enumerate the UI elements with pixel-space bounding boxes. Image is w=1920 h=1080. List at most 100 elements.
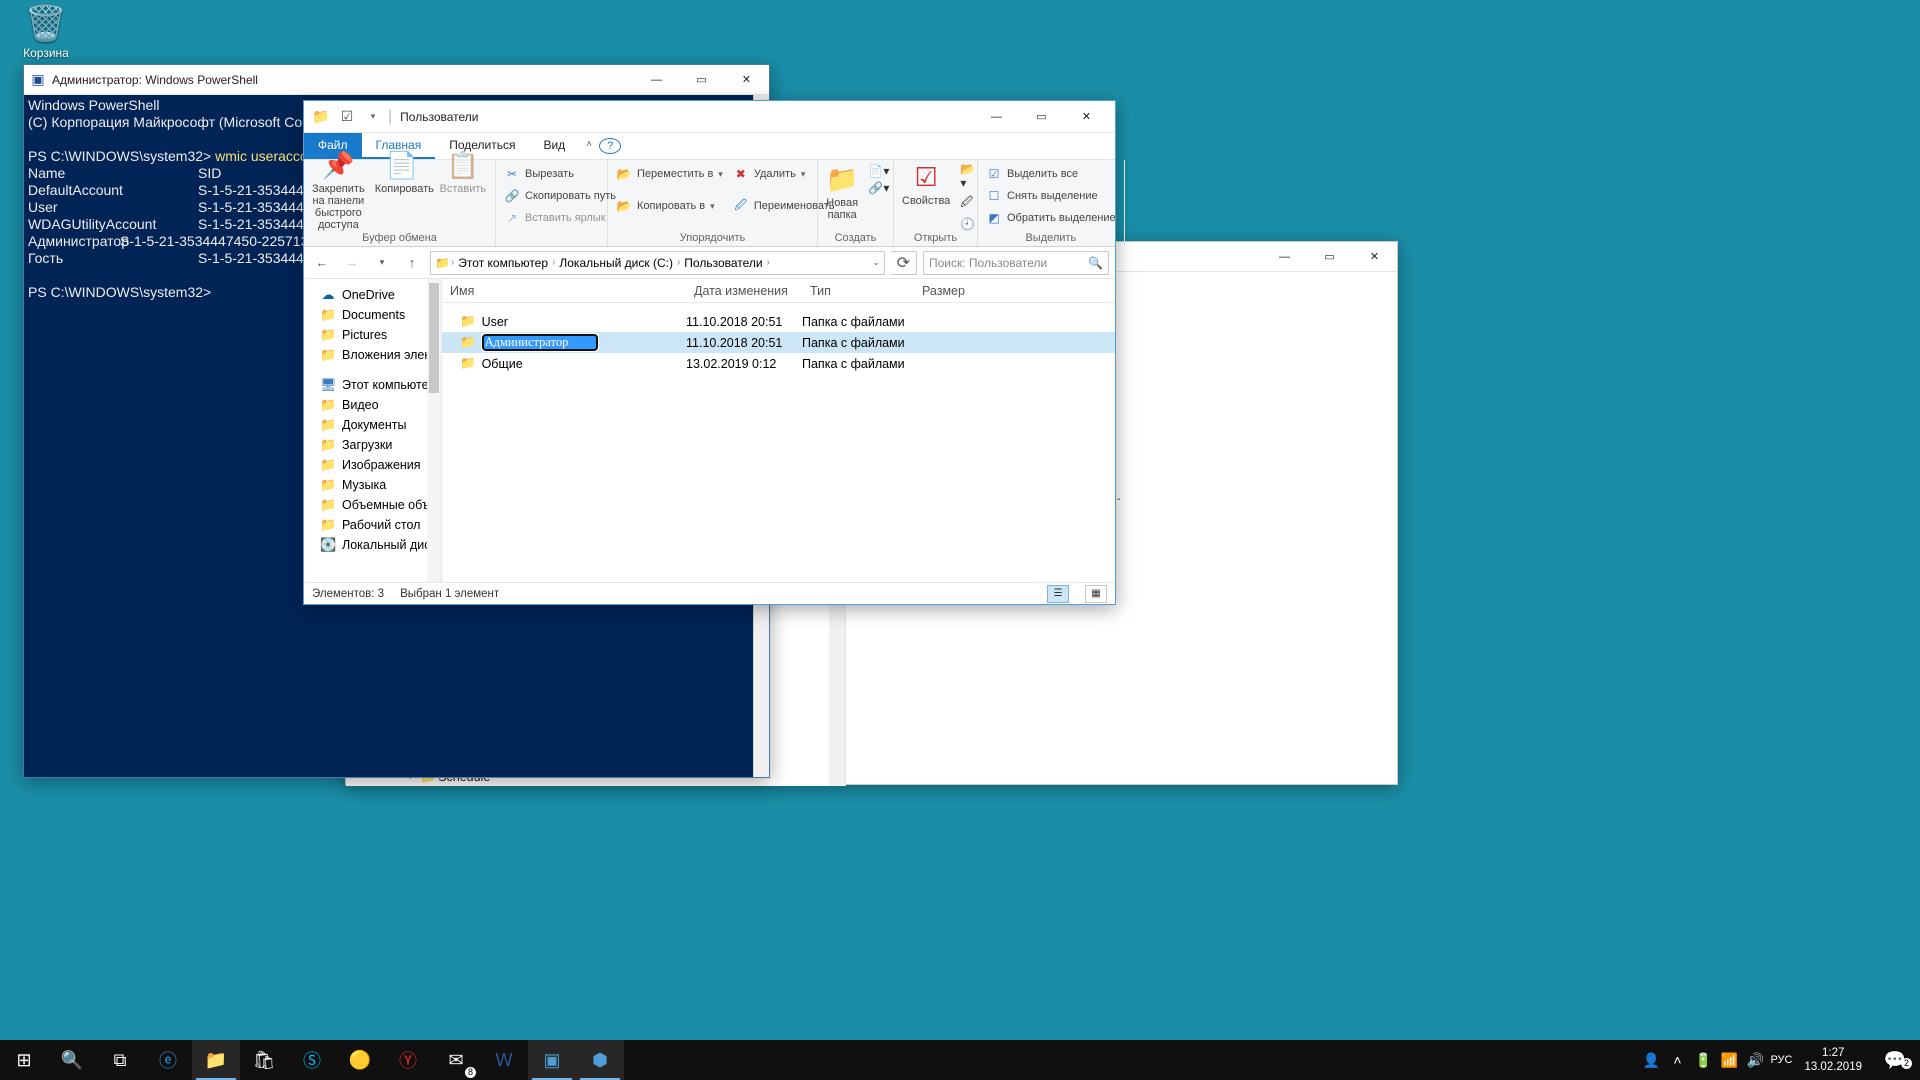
col-size[interactable]: Размер	[914, 284, 1115, 298]
recycle-bin[interactable]: 🗑️ Корзина	[8, 4, 84, 60]
search-input[interactable]: Поиск: Пользователи 🔍	[923, 251, 1109, 275]
newfolder-icon: 📁	[826, 164, 858, 195]
nav-documents[interactable]: 📁Documents	[304, 305, 441, 325]
close-button[interactable]: ✕	[724, 65, 769, 94]
explorer-button[interactable]: 📁	[192, 1040, 240, 1080]
invert-icon: ◩	[986, 211, 1002, 225]
column-headers[interactable]: Имя Дата изменения Тип Размер	[442, 279, 1115, 303]
breadcrumb-segment[interactable]: Локальный диск (C:)	[556, 256, 676, 270]
properties-button[interactable]: ☑Свойства	[902, 162, 950, 207]
nav-onedrive[interactable]: ☁OneDrive	[304, 285, 441, 305]
file-list[interactable]: Имя Дата изменения Тип Размер 📁User 11.1…	[442, 279, 1115, 582]
clock[interactable]: 1:27 13.02.2019	[1796, 1046, 1870, 1074]
yandex-button[interactable]: Ⓨ	[384, 1040, 432, 1080]
nav-pictures[interactable]: 📁Pictures	[304, 325, 441, 345]
file-row[interactable]: 📁User 11.10.2018 20:51 Папка с файлами	[442, 311, 1115, 332]
tray-expand-icon[interactable]: ˄	[1666, 1052, 1688, 1068]
forward-button[interactable]: →	[340, 251, 364, 275]
nav-attachments[interactable]: 📁Вложения элект	[304, 345, 441, 365]
minimize-button[interactable]: —	[1262, 242, 1307, 271]
language-indicator[interactable]: РУС	[1770, 1054, 1792, 1066]
paste-button[interactable]: 📋Вставить	[439, 150, 487, 195]
notif-badge: 2	[1901, 1058, 1912, 1069]
qat-dropdown-icon[interactable]: ▾	[362, 106, 384, 128]
ribbon-collapse-icon[interactable]: ˄	[579, 133, 599, 159]
copy-button[interactable]: 📄Копировать	[375, 150, 429, 195]
maximize-button[interactable]: ▭	[679, 65, 724, 94]
maximize-button[interactable]: ▭	[1019, 102, 1064, 131]
nav-thispc[interactable]: 🖥Этот компьютер	[304, 375, 441, 395]
pastelink-button[interactable]: ↗Вставить ярлык	[504, 208, 616, 228]
nav-3d[interactable]: 📁Объемные объ	[304, 495, 441, 515]
minimize-button[interactable]: —	[634, 65, 679, 94]
notifications-button[interactable]: 💬2	[1874, 1050, 1916, 1071]
newitem-icon[interactable]: 📄▾	[868, 164, 889, 178]
nav-images[interactable]: 📁Изображения	[304, 455, 441, 475]
selectnone-button[interactable]: ☐Снять выделение	[986, 186, 1116, 206]
search-button[interactable]: 🔍	[48, 1040, 96, 1080]
scrollbar[interactable]	[427, 279, 441, 582]
back-button[interactable]: ←	[310, 251, 334, 275]
nav-downloads[interactable]: 📁Загрузки	[304, 435, 441, 455]
folder-icon: 📁	[320, 347, 336, 363]
col-name[interactable]: Имя	[442, 284, 686, 298]
up-button[interactable]: ↑	[400, 251, 424, 275]
nav-pane[interactable]: ☁OneDrive 📁Documents 📁Pictures 📁Вложения…	[304, 279, 442, 582]
breadcrumb[interactable]: 📁 › Этот компьютер› Локальный диск (C:)›…	[430, 251, 885, 275]
nav-docs[interactable]: 📁Документы	[304, 415, 441, 435]
breadcrumb-segment[interactable]: Этот компьютер	[455, 256, 551, 270]
details-view-button[interactable]: ☰	[1047, 585, 1069, 603]
close-button[interactable]: ✕	[1064, 102, 1109, 131]
moveto-button[interactable]: 📂Переместить в▾	[616, 164, 723, 184]
folder-icon: 📁	[460, 335, 476, 350]
copyto-button[interactable]: 📂Копировать в▾	[616, 196, 723, 216]
open-icon[interactable]: 📂▾	[960, 162, 975, 190]
invert-button[interactable]: ◩Обратить выделение	[986, 208, 1116, 228]
close-button[interactable]: ✕	[1352, 242, 1397, 271]
powershell-button[interactable]: ▣	[528, 1040, 576, 1080]
easyaccess-icon[interactable]: 🔗▾	[868, 181, 889, 195]
newfolder-button[interactable]: 📁Новая папка	[826, 164, 858, 221]
nav-music[interactable]: 📁Музыка	[304, 475, 441, 495]
nav-video[interactable]: 📁Видео	[304, 395, 441, 415]
file-row[interactable]: 📁Общие 13.02.2019 0:12 Папка с файлами	[442, 353, 1115, 374]
help-icon[interactable]: ?	[599, 138, 621, 154]
folder-icon: 📁	[310, 106, 332, 128]
maximize-button[interactable]: ▭	[1307, 242, 1352, 271]
tab-view[interactable]: Вид	[529, 133, 579, 159]
checkbox-icon[interactable]: ☑	[336, 106, 358, 128]
col-date[interactable]: Дата изменения	[686, 284, 802, 298]
minimize-button[interactable]: —	[974, 102, 1019, 131]
taskview-button[interactable]: ⧉	[96, 1040, 144, 1080]
icons-view-button[interactable]: ▦	[1085, 585, 1107, 603]
history-icon[interactable]: 🕘	[960, 217, 975, 231]
dropdown-icon[interactable]: ⌄	[872, 257, 880, 268]
file-row-selected[interactable]: 📁 11.10.2018 20:51 Папка с файлами	[442, 332, 1115, 353]
start-button[interactable]: ⊞	[0, 1040, 48, 1080]
refresh-button[interactable]: ⟳	[891, 251, 917, 275]
wifi-icon[interactable]: 📶	[1718, 1052, 1740, 1069]
regedit-button[interactable]: ⬢	[576, 1040, 624, 1080]
edit-icon[interactable]: 🖉	[960, 193, 975, 214]
mail-badge: 8	[465, 1067, 476, 1078]
rename-input[interactable]	[482, 334, 598, 351]
recent-button[interactable]: ▾	[370, 251, 394, 275]
chrome-button[interactable]: 🟡	[336, 1040, 384, 1080]
pin-button[interactable]: 📌Закрепить на панели быстрого доступа	[312, 150, 365, 231]
mail-button[interactable]: ✉8	[432, 1040, 480, 1080]
col-type[interactable]: Тип	[802, 284, 914, 298]
store-button[interactable]: 🛍	[240, 1040, 288, 1080]
word-button[interactable]: W	[480, 1040, 528, 1080]
volume-icon[interactable]: 🔊	[1744, 1052, 1766, 1069]
cut-button[interactable]: ✂Вырезать	[504, 164, 616, 184]
copypath-button[interactable]: 🔗Скопировать путь	[504, 186, 616, 206]
people-icon[interactable]: 👤	[1640, 1052, 1662, 1069]
nav-localdisk[interactable]: 💽Локальный диск	[304, 535, 441, 555]
titlebar[interactable]: ▣ Администратор: Windows PowerShell — ▭ …	[24, 65, 769, 95]
selectall-button[interactable]: ☑Выделить все	[986, 164, 1116, 184]
skype-button[interactable]: Ⓢ	[288, 1040, 336, 1080]
battery-icon[interactable]: 🔋	[1692, 1052, 1714, 1069]
nav-desktop[interactable]: 📁Рабочий стол	[304, 515, 441, 535]
breadcrumb-segment[interactable]: Пользователи	[681, 256, 765, 270]
edge-button[interactable]: ⓔ	[144, 1040, 192, 1080]
